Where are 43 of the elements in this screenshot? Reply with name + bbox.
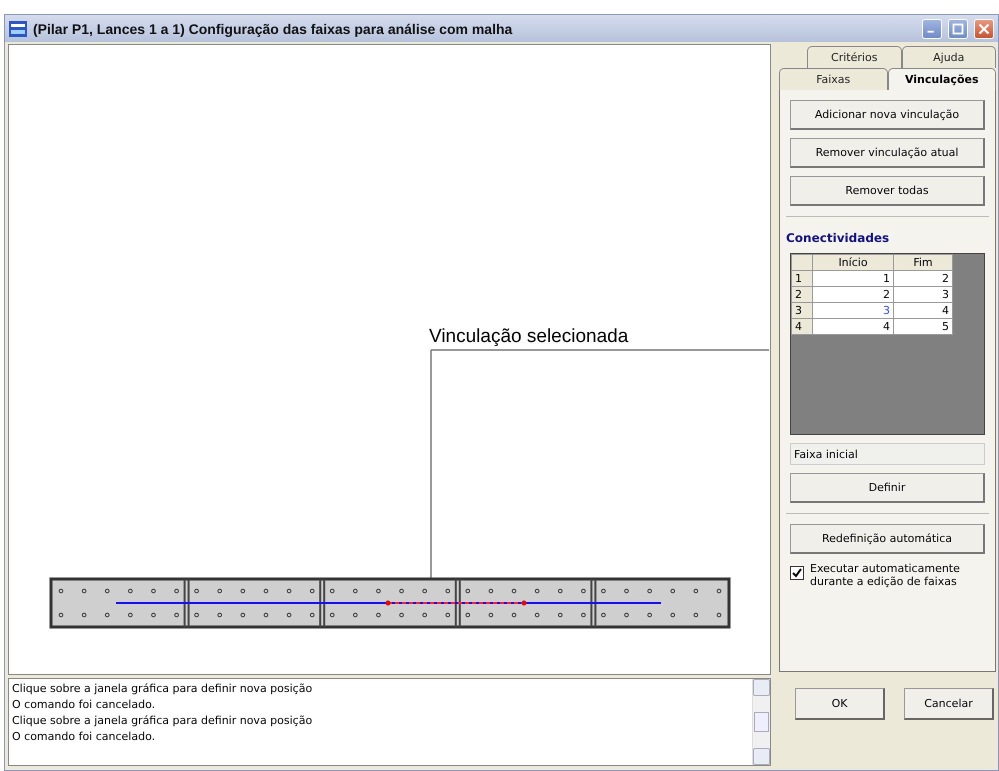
- action-button[interactable]: Remover vinculação atual: [790, 138, 985, 168]
- maximize-icon[interactable]: [948, 18, 968, 38]
- table-cell[interactable]: 3: [812, 302, 894, 318]
- row-header: 1: [792, 270, 812, 286]
- define-button[interactable]: Definir: [790, 473, 985, 503]
- window-title: (Pilar P1, Lances 1 a 1) Configuração das faixas para análise com malha: [33, 20, 514, 36]
- drawing-canvas[interactable]: Vinculação selecionada: [8, 44, 771, 675]
- log-line: Clique sobre a janela gráfica para definir nova posição: [12, 713, 314, 729]
- corner-cell: [792, 254, 812, 270]
- row-header: 3: [792, 302, 812, 318]
- column-header: Início: [812, 254, 894, 270]
- checkbox[interactable]: [790, 566, 804, 580]
- table-cell[interactable]: 4: [893, 302, 952, 318]
- minimize-icon[interactable]: [922, 18, 942, 38]
- row-header: 2: [792, 286, 812, 302]
- tab[interactable]: Ajuda: [902, 46, 996, 68]
- checkbox-label: Executar automaticamente durante a edição de faixas: [810, 562, 961, 588]
- column-header: Fim: [893, 254, 952, 270]
- row-header: 4: [792, 318, 812, 334]
- status-field: Faixa inicial: [790, 443, 985, 465]
- table-cell[interactable]: 1: [812, 270, 894, 286]
- table-cell[interactable]: 4: [812, 318, 894, 334]
- tab[interactable]: Faixas: [779, 68, 888, 90]
- table-cell[interactable]: 2: [893, 270, 952, 286]
- log-line: O comando foi cancelado.: [12, 697, 156, 713]
- table-cell[interactable]: 3: [893, 286, 952, 302]
- app-icon: [9, 20, 27, 36]
- dialog-button[interactable]: Cancelar: [904, 688, 994, 720]
- log-line: Clique sobre a janela gráfica para definir nova posição: [12, 681, 314, 697]
- connectivity-grid[interactable]: Início Fim 1 1 2 2 2 3 3 3 4 4 4 5: [790, 253, 985, 435]
- tab[interactable]: Vinculações: [888, 68, 996, 90]
- tab[interactable]: Critérios: [807, 46, 902, 68]
- close-icon[interactable]: [974, 18, 994, 38]
- action-button[interactable]: Remover todas: [790, 176, 985, 206]
- table-cell[interactable]: 5: [893, 318, 952, 334]
- dialog-button[interactable]: OK: [795, 688, 885, 720]
- table-cell[interactable]: 2: [812, 286, 894, 302]
- section-title: Conectividades: [786, 231, 890, 245]
- auto-button[interactable]: Redefinição automática: [790, 524, 985, 554]
- scrollbar[interactable]: [752, 679, 770, 765]
- action-button[interactable]: Adicionar nova vinculação: [790, 100, 985, 130]
- annotation-label: Vinculação selecionada: [429, 326, 628, 348]
- log-line: O comando foi cancelado.: [12, 729, 156, 745]
